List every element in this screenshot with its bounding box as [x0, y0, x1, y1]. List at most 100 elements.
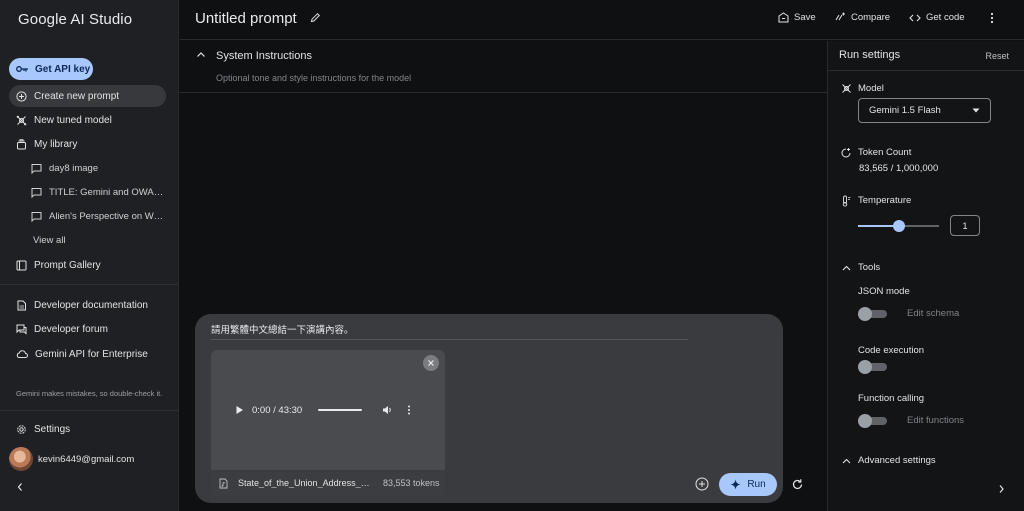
- add-circle-icon: [695, 477, 709, 491]
- prompt-editor: System Instructions Optional tone and st…: [180, 41, 827, 511]
- advanced-settings-label[interactable]: Advanced settings: [858, 455, 936, 466]
- save-label: Save: [794, 12, 816, 23]
- library-item-label: Alien's Perspective on We…: [49, 210, 167, 222]
- close-icon: [427, 359, 435, 367]
- sidebar-item-label: My library: [34, 138, 78, 150]
- sidebar-divider: [0, 284, 179, 285]
- library-item-label: day8 image: [49, 162, 99, 174]
- sidebar-item-label: New tuned model: [34, 114, 112, 126]
- sidebar: Google AI Studio Get API key Create new …: [0, 0, 179, 511]
- view-all-link[interactable]: View all: [33, 230, 169, 250]
- chevron-left-icon: [16, 482, 24, 492]
- sidebar-item-label: Developer documentation: [34, 299, 148, 311]
- audio-attachment: 0:00 / 43:30 State_of_the_Union_Address_…: [211, 350, 445, 496]
- library-item[interactable]: Alien's Perspective on We…: [31, 206, 167, 226]
- save-button[interactable]: Save: [778, 12, 816, 23]
- edit-schema-link[interactable]: Edit schema: [907, 308, 959, 319]
- library-item-label: TITLE: Gemini and OWAS…: [49, 186, 167, 198]
- system-instructions-title: System Instructions: [216, 50, 312, 62]
- audio-player: 0:00 / 43:30: [235, 402, 411, 418]
- more-options-button[interactable]: [990, 12, 994, 24]
- play-icon[interactable]: [235, 405, 244, 415]
- thermometer-icon: [841, 195, 852, 210]
- tools-label: Tools: [858, 262, 881, 273]
- get-api-key-label: Get API key: [35, 63, 91, 75]
- json-mode-toggle[interactable]: [858, 307, 887, 321]
- library-item[interactable]: TITLE: Gemini and OWAS…: [31, 182, 167, 202]
- sidebar-item-gemini-api-enterprise[interactable]: Gemini API for Enterprise: [9, 343, 166, 365]
- run-settings-panel: Run settings Reset Model Gemini 1.5 Flas…: [827, 41, 1024, 511]
- code-icon: [909, 13, 921, 23]
- chevron-up-icon[interactable]: [842, 457, 851, 468]
- token-count-label: Token Count: [858, 147, 912, 158]
- refresh-icon: [791, 478, 804, 491]
- remove-attachment-button[interactable]: [423, 355, 439, 371]
- code-execution-toggle[interactable]: [858, 360, 887, 374]
- more-vert-icon[interactable]: [407, 405, 411, 415]
- temperature-input[interactable]: 1: [950, 215, 980, 236]
- model-label: Model: [858, 83, 884, 94]
- disclaimer-text: Gemini makes mistakes, so double-check i…: [16, 389, 163, 398]
- chat-icon: [31, 211, 42, 222]
- temperature-slider[interactable]: [858, 220, 939, 232]
- model-select[interactable]: Gemini 1.5 Flash: [858, 98, 991, 123]
- model-icon: [841, 83, 852, 97]
- get-code-label: Get code: [926, 12, 965, 23]
- json-mode-label: JSON mode: [858, 286, 910, 297]
- brand-logo[interactable]: Google AI Studio: [18, 11, 132, 28]
- sidebar-item-label: Gemini API for Enterprise: [35, 348, 148, 360]
- run-button[interactable]: Run: [719, 473, 777, 496]
- token-count-icon: [840, 147, 852, 162]
- edit-functions-link[interactable]: Edit functions: [907, 415, 964, 426]
- add-circle-icon: [16, 90, 27, 102]
- sidebar-divider: [0, 410, 179, 411]
- add-content-button[interactable]: [695, 477, 709, 491]
- sidebar-item-prompt-gallery[interactable]: Prompt Gallery: [9, 254, 166, 276]
- cloud-icon: [16, 349, 28, 359]
- temperature-label: Temperature: [858, 195, 912, 206]
- library-item[interactable]: day8 image: [31, 158, 167, 178]
- prompt-composer: 請用繁體中文總結一下演講內容。 0:00 / 43:30 State_of_th…: [195, 314, 783, 503]
- forum-icon: [16, 324, 27, 335]
- library-icon: [16, 138, 27, 150]
- run-settings-title: Run settings: [839, 49, 901, 61]
- get-api-key-button[interactable]: Get API key: [9, 58, 93, 80]
- sidebar-item-developer-forum[interactable]: Developer forum: [9, 318, 166, 340]
- system-instructions-toggle[interactable]: [196, 51, 206, 59]
- run-label: Run: [747, 479, 766, 490]
- attachment-file-row: State_of_the_Union_Address_… 83,553 toke…: [211, 470, 445, 496]
- sidebar-item-settings[interactable]: Settings: [9, 418, 166, 440]
- reset-button[interactable]: Reset: [985, 51, 1009, 61]
- compare-button[interactable]: Compare: [834, 12, 890, 23]
- prompt-input[interactable]: 請用繁體中文總結一下演講內容。: [211, 322, 688, 340]
- document-icon: [16, 300, 27, 311]
- chevron-right-icon: [998, 484, 1005, 494]
- rerun-button[interactable]: [791, 478, 804, 491]
- avatar[interactable]: [9, 447, 33, 471]
- code-execution-label: Code execution: [858, 345, 925, 356]
- prompt-title[interactable]: Untitled prompt: [195, 10, 297, 27]
- sidebar-item-label: Settings: [34, 423, 71, 435]
- sparkle-icon: [730, 479, 741, 490]
- more-vert-icon: [990, 12, 994, 24]
- chat-icon: [31, 163, 42, 174]
- get-code-button[interactable]: Get code: [909, 12, 965, 23]
- function-calling-toggle[interactable]: [858, 414, 887, 428]
- key-icon: [16, 65, 29, 73]
- collapse-sidebar-button[interactable]: [16, 482, 24, 492]
- toggle-knob: [858, 360, 872, 374]
- chevron-up-icon[interactable]: [842, 264, 851, 275]
- top-bar: Untitled prompt Save Compare Get code: [180, 0, 1024, 40]
- edit-title-button[interactable]: [310, 12, 321, 23]
- audio-seek-bar[interactable]: [318, 409, 363, 411]
- sidebar-item-create-new-prompt[interactable]: Create new prompt: [9, 85, 166, 107]
- sidebar-item-developer-documentation[interactable]: Developer documentation: [9, 294, 166, 316]
- temperature-slider-thumb[interactable]: [892, 220, 905, 232]
- system-instructions-input[interactable]: Optional tone and style instructions for…: [216, 73, 411, 83]
- sidebar-item-my-library[interactable]: My library: [9, 133, 166, 155]
- sidebar-item-new-tuned-model[interactable]: New tuned model: [9, 109, 166, 131]
- chevron-up-icon: [196, 51, 206, 59]
- expand-panel-button[interactable]: [998, 484, 1005, 494]
- volume-icon[interactable]: [382, 405, 393, 415]
- attachment-token-count: 83,553 tokens: [383, 478, 440, 488]
